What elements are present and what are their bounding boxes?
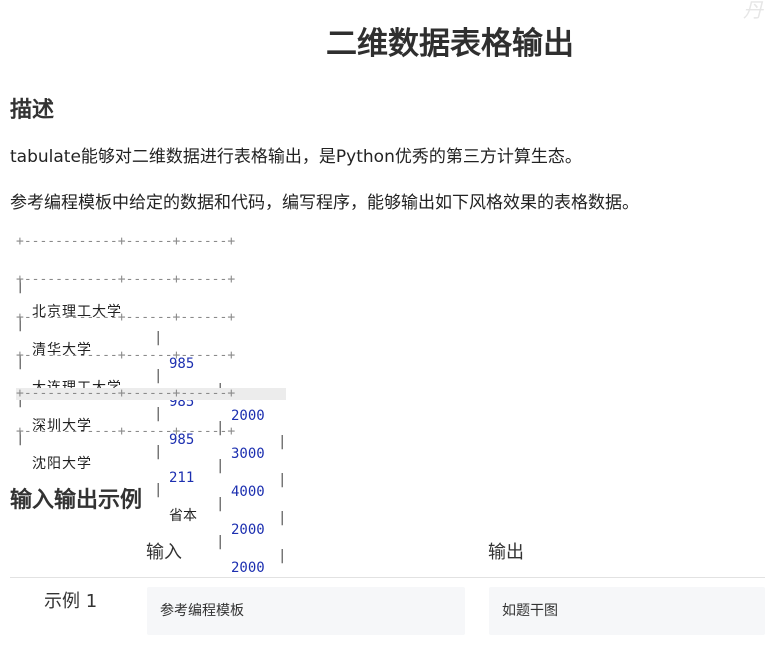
table-output-example: +------------+------+------+ | 北京理工大学 | … xyxy=(10,232,286,602)
table-pipe: | xyxy=(278,434,287,450)
table-cell-score: 3000 xyxy=(231,446,265,462)
table-cell-code: 省本 xyxy=(169,508,197,524)
table-pipe: | xyxy=(278,548,287,564)
table-pipe: | xyxy=(278,510,287,526)
example-output-box[interactable]: 如题干图 xyxy=(489,587,765,635)
table-pipe: | xyxy=(154,444,163,460)
table-cell-name: 沈阳大学 xyxy=(32,456,92,472)
table-pipe: | xyxy=(154,482,163,498)
description-heading: 描述 xyxy=(10,98,55,123)
table-cell-score: 2000 xyxy=(231,522,265,538)
table-pipe: | xyxy=(216,496,225,512)
corner-watermark: 丹 xyxy=(743,0,763,22)
examples-heading: 输入输出示例 xyxy=(10,488,143,513)
table-row: | 沈阳大学 | 省本 | 2000 | xyxy=(16,399,286,602)
description-paragraph-1: tabulate能够对二维数据进行表格输出，是Python优秀的第三方计算生态。 xyxy=(10,147,582,167)
table-border-line: +------------+------+------+ xyxy=(16,424,236,439)
output-column-header: 输出 xyxy=(488,542,524,563)
description-paragraph-2: 参考编程模板中给定的数据和代码，编写程序，能够输出如下风格效果的表格数据。 xyxy=(10,193,639,213)
table-row: | 深圳大学 | 211 | 2000 | xyxy=(16,361,286,564)
example-input-box[interactable]: 参考编程模板 xyxy=(147,587,465,635)
input-column-header: 输入 xyxy=(146,542,182,563)
table-pipe: | xyxy=(216,534,225,550)
table-divider xyxy=(10,577,765,578)
example-row-label: 示例 1 xyxy=(44,591,98,612)
table-row: | 清华大学 | 985 | 3000 | xyxy=(16,285,286,488)
table-pipe: | xyxy=(216,458,225,474)
table-pipe: | xyxy=(278,472,287,488)
table-row: | 北京理工大学 | 985 | 2000 | xyxy=(16,247,286,450)
page-title: 二维数据表格输出 xyxy=(326,26,574,62)
table-row: | 大连理工大学 | 985 | 4000 | xyxy=(16,323,286,526)
table-cell-score: 4000 xyxy=(231,484,265,500)
table-cell-code: 211 xyxy=(169,470,195,486)
